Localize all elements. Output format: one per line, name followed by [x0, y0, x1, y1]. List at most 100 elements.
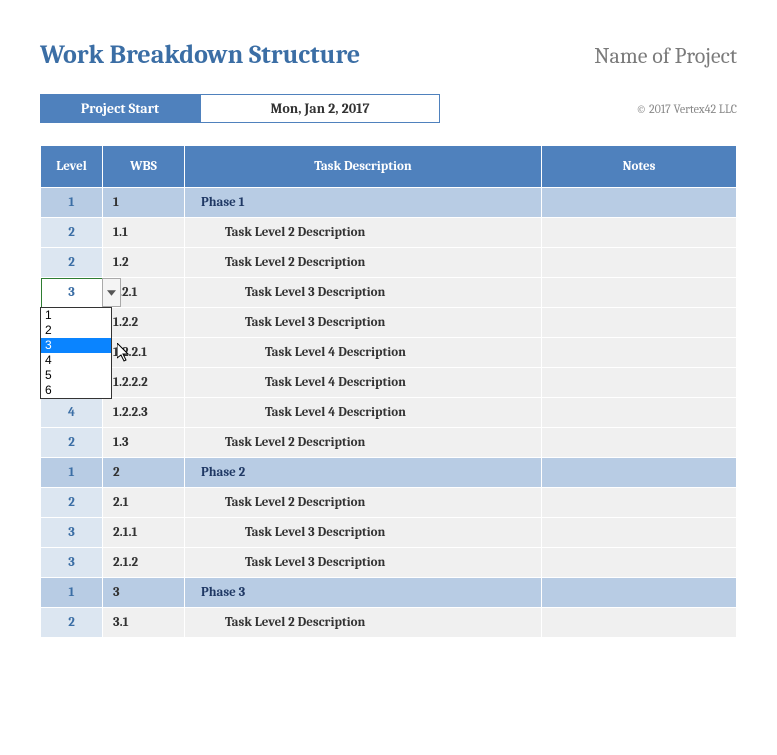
- desc-text: Task Level 3 Description: [195, 285, 385, 300]
- wbs-cell[interactable]: 1.1: [103, 218, 185, 248]
- level-cell[interactable]: 1: [41, 578, 103, 608]
- notes-cell[interactable]: [542, 368, 737, 398]
- col-notes: Notes: [542, 146, 737, 188]
- notes-cell[interactable]: [542, 188, 737, 218]
- table-row: 22.1 Task Level 2 Description: [41, 488, 737, 518]
- wbs-cell[interactable]: 2.1: [103, 488, 185, 518]
- dropdown-arrow-icon[interactable]: [102, 278, 121, 307]
- table-row: 31234561.2.1Task Level 3 Description: [41, 278, 737, 308]
- desc-text: Task Level 2 Description: [195, 255, 365, 270]
- page-title: Work Breakdown Structure: [40, 40, 360, 70]
- project-start-date[interactable]: Mon, Jan 2, 2017: [200, 94, 440, 123]
- table-row: 1.2.2.1 Task Level 4 Description: [41, 338, 737, 368]
- desc-cell[interactable]: Task Level 2 Description: [185, 608, 542, 638]
- desc-cell[interactable]: Phase 3: [185, 578, 542, 608]
- desc-cell[interactable]: Task Level 2 Description: [185, 248, 542, 278]
- level-cell[interactable]: 1: [41, 188, 103, 218]
- table-row: 41.2.2.3 Task Level 4 Description: [41, 398, 737, 428]
- desc-cell[interactable]: Task Level 4 Description: [185, 398, 542, 428]
- table-row: 21.1 Task Level 2 Description: [41, 218, 737, 248]
- desc-cell[interactable]: Task Level 4 Description: [185, 368, 542, 398]
- wbs-table: Level WBS Task Description Notes 11Phase…: [40, 145, 737, 638]
- dropdown-option[interactable]: 3: [41, 338, 111, 353]
- level-cell[interactable]: 2: [41, 248, 103, 278]
- dropdown-option[interactable]: 4: [41, 353, 111, 368]
- desc-text: Phase 1: [195, 195, 245, 210]
- desc-cell[interactable]: Task Level 4 Description: [185, 338, 542, 368]
- notes-cell[interactable]: [542, 518, 737, 548]
- wbs-cell[interactable]: 2: [103, 458, 185, 488]
- level-cell[interactable]: 2: [41, 218, 103, 248]
- level-cell[interactable]: 3: [41, 518, 103, 548]
- desc-text: Phase 3: [195, 585, 245, 600]
- notes-cell[interactable]: [542, 338, 737, 368]
- table-row: 21.2 Task Level 2 Description: [41, 248, 737, 278]
- desc-text: Task Level 2 Description: [195, 615, 365, 630]
- notes-cell[interactable]: [542, 578, 737, 608]
- wbs-cell[interactable]: 3.1: [103, 608, 185, 638]
- level-cell[interactable]: 4: [41, 398, 103, 428]
- level-dropdown[interactable]: 123456: [40, 307, 112, 399]
- desc-cell[interactable]: Phase 1: [185, 188, 542, 218]
- desc-cell[interactable]: Task Level 3 Description: [185, 308, 542, 338]
- level-cell[interactable]: 2: [41, 608, 103, 638]
- desc-text: Task Level 2 Description: [195, 495, 365, 510]
- wbs-cell[interactable]: 3: [103, 578, 185, 608]
- level-cell[interactable]: 2: [41, 488, 103, 518]
- desc-text: Task Level 4 Description: [195, 345, 406, 360]
- wbs-cell[interactable]: 1.2.2.3: [103, 398, 185, 428]
- desc-text: Task Level 3 Description: [195, 525, 385, 540]
- level-cell[interactable]: 3123456: [41, 278, 103, 308]
- desc-cell[interactable]: Task Level 3 Description: [185, 518, 542, 548]
- level-cell[interactable]: 3: [41, 548, 103, 578]
- desc-cell[interactable]: Task Level 3 Description: [185, 548, 542, 578]
- wbs-cell[interactable]: 1: [103, 188, 185, 218]
- desc-cell[interactable]: Phase 2: [185, 458, 542, 488]
- desc-text: Task Level 3 Description: [195, 555, 385, 570]
- desc-text: Phase 2: [195, 465, 245, 480]
- wbs-cell[interactable]: 1.2.2.2: [103, 368, 185, 398]
- notes-cell[interactable]: [542, 308, 737, 338]
- notes-cell[interactable]: [542, 428, 737, 458]
- desc-text: Task Level 2 Description: [195, 435, 365, 450]
- dropdown-option[interactable]: 5: [41, 368, 111, 383]
- notes-cell[interactable]: [542, 488, 737, 518]
- wbs-cell[interactable]: 2.1.1: [103, 518, 185, 548]
- notes-cell[interactable]: [542, 398, 737, 428]
- project-start-label: Project Start: [40, 94, 200, 123]
- desc-text: Task Level 2 Description: [195, 225, 365, 240]
- desc-cell[interactable]: Task Level 2 Description: [185, 488, 542, 518]
- dropdown-option[interactable]: 6: [41, 383, 111, 398]
- table-row: 21.3 Task Level 2 Description: [41, 428, 737, 458]
- desc-cell[interactable]: Task Level 2 Description: [185, 428, 542, 458]
- desc-text: Task Level 4 Description: [195, 405, 406, 420]
- notes-cell[interactable]: [542, 248, 737, 278]
- copyright: © 2017 Vertex42 LLC: [636, 94, 737, 123]
- table-row: 12 Phase 2: [41, 458, 737, 488]
- table-row: 11 Phase 1: [41, 188, 737, 218]
- notes-cell[interactable]: [542, 548, 737, 578]
- level-cell[interactable]: 2: [41, 428, 103, 458]
- desc-text: Task Level 4 Description: [195, 375, 406, 390]
- table-row: 32.1.2 Task Level 3 Description: [41, 548, 737, 578]
- wbs-cell[interactable]: 2.1.2: [103, 548, 185, 578]
- col-wbs: WBS: [103, 146, 185, 188]
- wbs-cell[interactable]: 1.2.2: [103, 308, 185, 338]
- table-row: 1.2.2.2 Task Level 4 Description: [41, 368, 737, 398]
- notes-cell[interactable]: [542, 608, 737, 638]
- level-cell[interactable]: 1: [41, 458, 103, 488]
- wbs-cell[interactable]: 1.2: [103, 248, 185, 278]
- desc-cell[interactable]: Task Level 3 Description: [185, 278, 542, 308]
- dropdown-option[interactable]: 1: [41, 308, 111, 323]
- wbs-cell[interactable]: 1.3: [103, 428, 185, 458]
- wbs-cell[interactable]: 1.2.2.1: [103, 338, 185, 368]
- desc-cell[interactable]: Task Level 2 Description: [185, 218, 542, 248]
- table-header-row: Level WBS Task Description Notes: [41, 146, 737, 188]
- project-start-row: Project Start Mon, Jan 2, 2017 © 2017 Ve…: [40, 94, 737, 123]
- notes-cell[interactable]: [542, 218, 737, 248]
- desc-text: Task Level 3 Description: [195, 315, 385, 330]
- notes-cell[interactable]: [542, 278, 737, 308]
- project-name[interactable]: Name of Project: [594, 43, 737, 69]
- notes-cell[interactable]: [542, 458, 737, 488]
- dropdown-option[interactable]: 2: [41, 323, 111, 338]
